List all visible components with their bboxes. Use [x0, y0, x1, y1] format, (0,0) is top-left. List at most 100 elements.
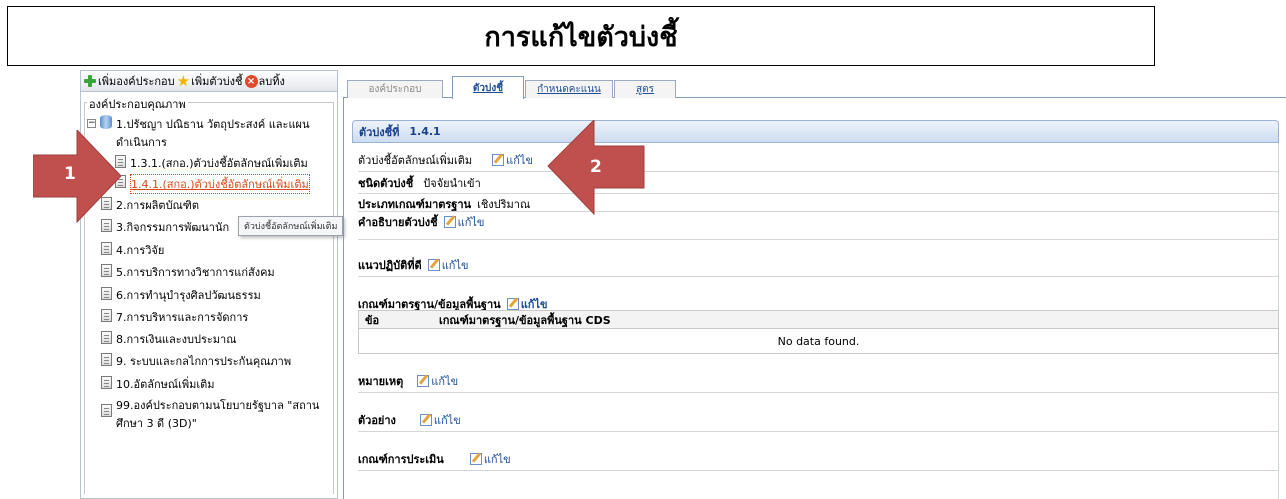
example-row: ตัวอย่าง แก้ไข	[358, 411, 1279, 429]
edit-label: แก้ไข	[457, 216, 485, 229]
page-title-box: การแก้ไขตัวบ่งชี้	[7, 6, 1155, 66]
description-row: คำอธิบายตัวบ่งชี้ แก้ไข	[358, 213, 1279, 231]
document-icon	[101, 287, 112, 300]
edit-label: แก้ไข	[431, 375, 459, 388]
edit-label: แก้ไข	[506, 154, 533, 167]
grid-col-criteria: เกณฑ์มาตรฐาน/ข้อมูลพื้นฐาน CDS	[439, 313, 611, 327]
divider	[358, 239, 1279, 240]
tab-bar: องค์ประกอบ ตัวบ่งชี้ กำหนดคะแนน สูตร	[343, 76, 1286, 99]
tree-item-label-line1: 99.องค์ประกอบตามนโยบายรัฐบาล "สถาน	[116, 399, 320, 412]
tree-item[interactable]: 6.การทำนุบำรุงศิลปวัฒนธรรม	[101, 286, 261, 304]
tree-child-label: 1.3.1.(สกอ.)ตัวบ่งชี้อัตลักษณ์เพิ่มเติม	[130, 157, 308, 170]
tree-child-item[interactable]: 1.3.1.(สกอ.)ตัวบ่งชี้อัตลักษณ์เพิ่มเติม	[115, 154, 308, 172]
tree-child-label: 1.4.1.(สกอ.)ตัวบ่งชี้อัตลักษณ์เพิ่มเติม	[130, 174, 310, 194]
tab-scoring[interactable]: กำหนดคะแนน	[525, 80, 613, 98]
divider	[358, 211, 1279, 212]
tree-toolbar: เพิ่มองค์ประกอบ ★ เพิ่มตัวบ่งชี้ × ลบทิ้…	[80, 70, 338, 92]
example-label: ตัวอย่าง	[358, 414, 396, 427]
edit-remark-link[interactable]: แก้ไข	[417, 372, 458, 390]
edit-icon	[417, 375, 430, 387]
tree-item[interactable]: 8.การเงินและงบประมาณ	[101, 330, 236, 348]
indicator-editor: องค์ประกอบ ตัวบ่งชี้ กำหนดคะแนน สูตร ตัว…	[343, 72, 1286, 499]
delete-button[interactable]: × ลบทิ้ง	[244, 72, 285, 90]
star-icon: ★	[176, 72, 191, 90]
description-label: คำอธิบายตัวบ่งชี้	[358, 216, 438, 229]
edit-description-link[interactable]: แก้ไข	[443, 213, 485, 231]
divider	[358, 276, 1279, 277]
add-component-label: เพิ่มองค์ประกอบ	[98, 75, 175, 88]
edit-icon	[443, 216, 456, 228]
divider	[358, 171, 1279, 172]
edit-icon	[427, 259, 440, 271]
tree-item[interactable]: 7.การบริหารและการจัดการ	[101, 308, 248, 326]
indicator-number: 1.4.1	[409, 125, 441, 138]
edit-best-practice-link[interactable]: แก้ไข	[427, 256, 469, 274]
edit-label: แก้ไข	[483, 453, 511, 466]
evaluation-label: เกณฑ์การประเมิน	[358, 453, 444, 466]
evaluation-row: เกณฑ์การประเมิน แก้ไข	[358, 450, 1279, 468]
edit-label: แก้ไข	[433, 414, 461, 427]
callout-arrow-1	[33, 130, 122, 224]
tree-item[interactable]: 5.การบริการทางวิชาการแก่สังคม	[101, 263, 275, 281]
divider	[358, 431, 1279, 432]
delete-icon: ×	[244, 74, 258, 88]
criteria-grid: ข้อ เกณฑ์มาตรฐาน/ข้อมูลพื้นฐาน CDS No da…	[358, 310, 1279, 354]
indicator-name-row: ตัวบ่งชี้อัตลักษณ์เพิ่มเติม แก้ไข	[358, 151, 1279, 169]
divider	[358, 470, 1279, 471]
tab-indicator[interactable]: ตัวบ่งชี้	[452, 76, 524, 99]
grid-col-no: ข้อ	[365, 313, 380, 327]
indicator-type-label: ชนิดตัวบ่งชี้	[358, 177, 414, 190]
callout-number-2: 2	[590, 157, 602, 177]
tree-item-label: 99.องค์ประกอบตามนโยบายรัฐบาล "สถาน ศึกษา…	[116, 396, 319, 432]
tree-item-label: 6.การทำนุบำรุงศิลปวัฒนธรรม	[116, 289, 261, 302]
best-practice-row: แนวปฏิบัติที่ดี แก้ไข	[358, 256, 1279, 274]
tree-item-label-line2: ศึกษา 3 ดี (3D)"	[116, 417, 197, 430]
tree-item-label: 5.การบริการทางวิชาการแก่สังคม	[116, 266, 275, 279]
edit-example-link[interactable]: แก้ไข	[419, 411, 461, 429]
document-icon	[101, 242, 112, 255]
edit-icon	[419, 414, 432, 426]
edit-icon	[506, 298, 519, 310]
tab-content: ตัวบ่งชี้ที่ 1.4.1 ตัวบ่งชี้อัตลักษณ์เพิ…	[343, 98, 1286, 499]
divider	[358, 193, 1279, 194]
tree-item-label: 3.กิจกรรมการพัฒนานัก	[116, 221, 230, 234]
indicator-name: ตัวบ่งชี้อัตลักษณ์เพิ่มเติม	[358, 154, 473, 167]
tab-formula[interactable]: สูตร	[614, 80, 676, 98]
divider	[358, 392, 1279, 393]
collapse-icon[interactable]: −	[87, 119, 96, 128]
edit-icon	[492, 154, 505, 166]
document-icon	[101, 353, 112, 366]
indicator-header-label: ตัวบ่งชี้ที่	[359, 125, 400, 139]
tree-root-label-line2: ดำเนินการ	[116, 136, 167, 149]
tree-item[interactable]: 4.การวิจัย	[101, 241, 164, 259]
edit-evaluation-link[interactable]: แก้ไข	[469, 450, 511, 468]
tree-item-label: 4.การวิจัย	[116, 244, 165, 257]
tree-item-label: 2.การผลิตบัณฑิต	[116, 199, 200, 212]
tree-item[interactable]: 9. ระบบและกลไกการประกันคุณภาพ	[101, 352, 291, 370]
group-label: องค์ประกอบคุณภาพ	[87, 95, 188, 113]
indicator-type-row: ชนิดตัวบ่งชี้ ปัจจัยนำเข้า	[358, 174, 1279, 192]
plus-icon	[83, 74, 97, 88]
best-practice-label: แนวปฏิบัติที่ดี	[358, 259, 422, 272]
tree-root-label: 1.ปรัชญา ปณิธาน วัตถุประสงค์ และแผน ดำเน…	[116, 115, 310, 151]
delete-label: ลบทิ้ง	[258, 75, 285, 88]
tree-tooltip: ตัวบ่งชี้อัตลักษณ์เพิ่มเติม	[238, 216, 344, 236]
database-icon	[100, 115, 112, 129]
tree-item-label: 8.การเงินและงบประมาณ	[116, 333, 237, 346]
add-indicator-button[interactable]: ★ เพิ่มตัวบ่งชี้	[177, 72, 243, 90]
document-icon	[101, 264, 112, 277]
tree-root-label-line1: 1.ปรัชญา ปณิธาน วัตถุประสงค์ และแผน	[116, 118, 310, 131]
document-icon	[101, 404, 112, 417]
tree-item-last[interactable]: 99.องค์ประกอบตามนโยบายรัฐบาล "สถาน ศึกษา…	[101, 396, 319, 432]
add-indicator-label: เพิ่มตัวบ่งชี้	[191, 75, 243, 88]
indicator-details: ตัวบ่งชี้อัตลักษณ์เพิ่มเติม แก้ไข ชนิดตั…	[358, 143, 1279, 499]
edit-name-link[interactable]: แก้ไข	[492, 151, 533, 169]
remark-label: หมายเหตุ	[358, 375, 404, 388]
tree-item[interactable]: 10.อัตลักษณ์เพิ่มเติม	[101, 375, 215, 393]
tree-child-item-selected[interactable]: 1.4.1.(สกอ.)ตัวบ่งชี้อัตลักษณ์เพิ่มเติม	[115, 174, 310, 194]
document-icon	[101, 331, 112, 344]
tree-item-label: 10.อัตลักษณ์เพิ่มเติม	[116, 378, 215, 391]
indicator-header: ตัวบ่งชี้ที่ 1.4.1	[352, 120, 1279, 143]
tree-item-label: 9. ระบบและกลไกการประกันคุณภาพ	[116, 355, 292, 368]
add-component-button[interactable]: เพิ่มองค์ประกอบ	[83, 72, 175, 90]
